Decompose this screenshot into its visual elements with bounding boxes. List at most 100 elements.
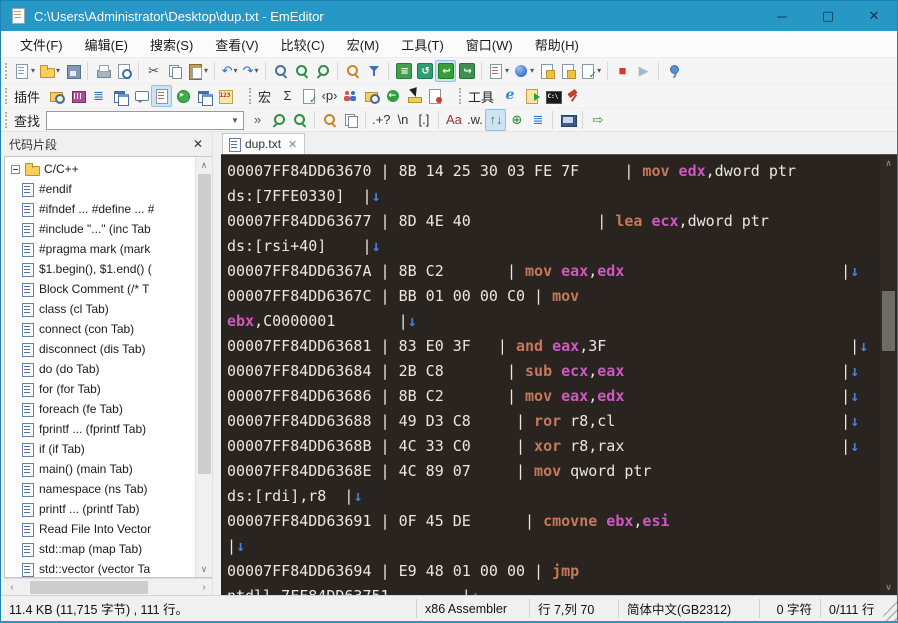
use-escape-button[interactable]: \n — [392, 109, 413, 131]
menu-item-1[interactable]: 编辑(E) — [74, 31, 139, 58]
open-file-dropdown-icon[interactable]: ▾ — [56, 66, 60, 75]
find-previous-button[interactable] — [312, 60, 333, 82]
open-file-button[interactable]: ▾ — [37, 60, 62, 82]
snippet-item-5[interactable]: Block Comment (/* T — [5, 279, 195, 299]
cut-button[interactable]: ✂ — [143, 60, 164, 82]
scroll-down-icon[interactable]: ∨ — [201, 561, 208, 577]
snippet-item-11[interactable]: foreach (fe Tab) — [5, 399, 195, 419]
find-previous-green-button[interactable] — [268, 109, 289, 131]
menu-item-0[interactable]: 文件(F) — [9, 31, 74, 58]
snippet-item-13[interactable]: if (if Tab) — [5, 439, 195, 459]
plugin-outline-button[interactable]: ≣ — [88, 85, 109, 107]
paste-button[interactable]: ▾ — [185, 60, 210, 82]
redo-button[interactable]: ↷ ▾ — [240, 60, 261, 82]
find-dropdown-icon[interactable]: ▼ — [227, 112, 243, 129]
use-regex-button[interactable]: .+? — [370, 109, 392, 131]
snippet-item-19[interactable]: std::vector (vector Ta — [5, 559, 195, 577]
match-case-button[interactable]: Aa — [443, 109, 464, 131]
toolbar-grip[interactable] — [459, 88, 462, 104]
plugin-search-button[interactable] — [46, 85, 67, 107]
print-button[interactable] — [92, 60, 113, 82]
plugin-open-docs-button[interactable] — [193, 85, 214, 107]
menu-item-2[interactable]: 搜索(S) — [139, 31, 204, 58]
macro-members-button[interactable] — [340, 85, 361, 107]
maximize-button[interactable]: ▢ — [805, 1, 851, 31]
toolbar-grip[interactable] — [249, 88, 252, 104]
macro-back-button[interactable] — [382, 85, 403, 107]
select-macro-dropdown-icon[interactable]: ▾ — [597, 66, 601, 75]
snippet-item-1[interactable]: #ifndef ... #define ... # — [5, 199, 195, 219]
snippet-item-4[interactable]: $1.begin(), $1.end() ( — [5, 259, 195, 279]
scrollbar-thumb[interactable] — [30, 580, 148, 594]
tool-cmd-button[interactable] — [542, 85, 563, 107]
editor-area[interactable]: 00007FF84DD63670 | 8B 14 25 30 03 FE 7F … — [221, 154, 897, 595]
edit-macro-button[interactable] — [536, 60, 557, 82]
tool-browser-button[interactable] — [500, 85, 521, 107]
find-input[interactable] — [47, 111, 228, 129]
menu-item-6[interactable]: 工具(T) — [390, 31, 455, 58]
snippets-close-icon[interactable]: ✕ — [190, 137, 206, 151]
macro-tag-button[interactable]: ‹p› — [319, 85, 340, 107]
editor-vertical-scrollbar[interactable]: ∧ ∨ — [880, 155, 897, 595]
plugin-html-bar-button[interactable] — [67, 85, 88, 107]
snippet-item-2[interactable]: #include "..." (inc Tab — [5, 219, 195, 239]
tool-export-button[interactable] — [521, 85, 542, 107]
print-preview-button[interactable] — [113, 60, 134, 82]
snippet-item-6[interactable]: class (cl Tab) — [5, 299, 195, 319]
toolbar-grip[interactable] — [5, 88, 7, 104]
scroll-up-icon[interactable]: ∧ — [201, 157, 208, 173]
find-next-green-button[interactable] — [289, 109, 310, 131]
tool-build-button[interactable] — [563, 85, 584, 107]
scroll-right-icon[interactable]: › — [196, 582, 212, 593]
undo-dropdown-icon[interactable]: ▾ — [233, 66, 237, 75]
paste-dropdown-icon[interactable]: ▾ — [204, 66, 208, 75]
snippet-item-8[interactable]: disconnect (dis Tab) — [5, 339, 195, 359]
scrollbar-thumb[interactable] — [197, 174, 211, 474]
highlight-search-button[interactable] — [319, 109, 340, 131]
snippet-item-15[interactable]: namespace (ns Tab) — [5, 479, 195, 499]
word-complete-button[interactable]: ▾ — [511, 60, 536, 82]
select-macro-button[interactable]: ▾ — [578, 60, 603, 82]
panel-splitter[interactable] — [213, 132, 221, 595]
macro-breakpoint-button[interactable] — [424, 85, 445, 107]
whole-word-button[interactable]: .w. — [464, 109, 485, 131]
macro-sum-button[interactable]: Σ — [277, 85, 298, 107]
insert-snippet-button[interactable]: ▾ — [486, 60, 511, 82]
menu-item-8[interactable]: 帮助(H) — [524, 31, 590, 58]
save-button[interactable] — [62, 60, 83, 82]
scroll-down-icon[interactable]: ∨ — [885, 579, 892, 595]
wrap-window-button[interactable] — [414, 60, 435, 82]
sidebar-vertical-scrollbar[interactable]: ∧ ∨ — [195, 157, 212, 577]
scrollbar-thumb[interactable] — [882, 291, 895, 351]
save-macro-button[interactable] — [557, 60, 578, 82]
macro-select-button[interactable] — [403, 85, 424, 107]
snippet-item-9[interactable]: do (do Tab) — [5, 359, 195, 379]
snippet-item-16[interactable]: printf ... (printf Tab) — [5, 499, 195, 519]
record-macro-button[interactable]: ■ — [612, 60, 633, 82]
scroll-up-icon[interactable]: ∧ — [885, 155, 892, 171]
new-file-button[interactable]: ▾ — [12, 60, 37, 82]
incremental-list-button[interactable]: ≣ — [527, 109, 548, 131]
wrap-page-button[interactable] — [456, 60, 477, 82]
menu-item-3[interactable]: 查看(V) — [204, 31, 269, 58]
insert-snippet-dropdown-icon[interactable]: ▾ — [505, 66, 509, 75]
find-next-button[interactable] — [291, 60, 312, 82]
tab-close-icon[interactable]: ✕ — [288, 138, 297, 151]
redo-dropdown-icon[interactable]: ▾ — [254, 66, 258, 75]
collapse-icon[interactable] — [11, 164, 20, 174]
status-encoding[interactable]: 简体中文(GB2312) — [619, 596, 759, 621]
filter-button[interactable] — [363, 60, 384, 82]
plugin-comment-button[interactable] — [130, 85, 151, 107]
menu-item-4[interactable]: 比较(C) — [270, 31, 336, 58]
word-complete-dropdown-icon[interactable]: ▾ — [530, 66, 534, 75]
tree-root-cpp[interactable]: C/C++ — [5, 159, 195, 179]
plugin-explorer-button[interactable] — [172, 85, 193, 107]
snippet-item-7[interactable]: connect (con Tab) — [5, 319, 195, 339]
copy-results-button[interactable] — [340, 109, 361, 131]
toolbar-grip[interactable] — [5, 62, 7, 79]
find-button[interactable] — [270, 60, 291, 82]
plugin-projects-button[interactable] — [109, 85, 130, 107]
minimize-button[interactable]: ─ — [759, 1, 805, 31]
status-caret-position[interactable]: 行 7,列 70 — [530, 596, 618, 621]
tab-dup-txt[interactable]: dup.txt ✕ — [222, 133, 306, 154]
